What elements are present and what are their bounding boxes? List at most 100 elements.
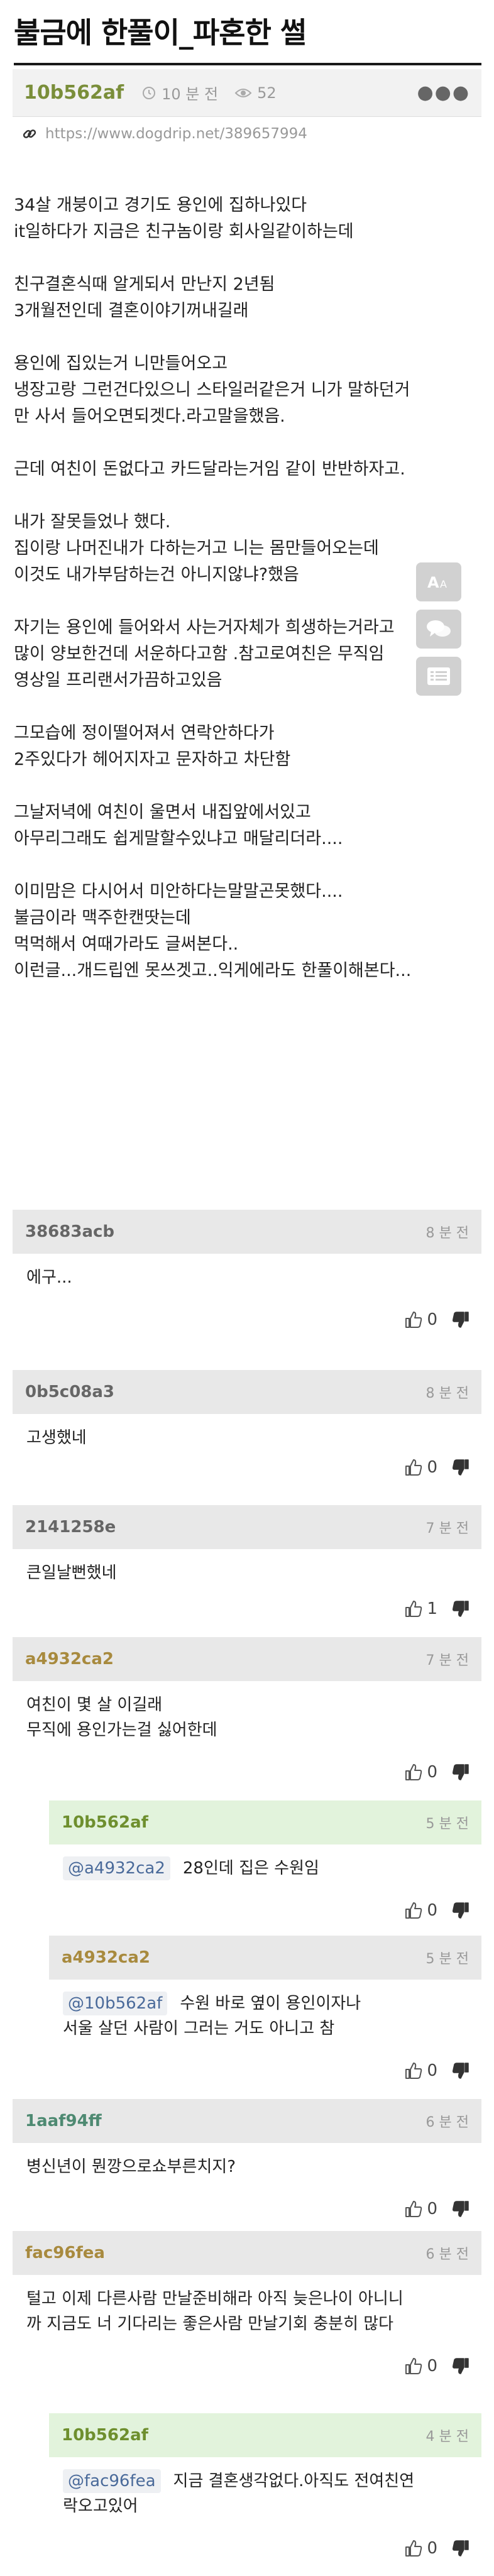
comment-time: 5 분 전: [425, 1816, 469, 1832]
comment-time: 6 분 전: [425, 2115, 469, 2130]
comment-author[interactable]: 1aaf94ff: [25, 2112, 102, 2130]
comment-time: 8 분 전: [425, 1386, 469, 1401]
post-url-row[interactable]: https://www.dogdrip.net/389657994: [21, 126, 307, 142]
upvote-button[interactable]: 0: [404, 2539, 437, 2558]
thumbs-down-icon[interactable]: [451, 1310, 470, 1329]
comment-author[interactable]: 2141258e: [25, 1518, 116, 1537]
comment-text: 병신년이 뭔깡으로쇼부른치지?: [26, 2157, 236, 2176]
thumbs-up-icon: [404, 1458, 423, 1477]
upvote-button[interactable]: 1: [404, 1599, 437, 1618]
reply-comment: a4932ca2 5 분 전 @10b562af 수원 바로 옆이 용인이자나 서…: [49, 1936, 481, 2080]
comment-text: 고생했네: [26, 1428, 87, 1447]
thumbs-down-icon[interactable]: [451, 2061, 470, 2080]
upvote-button[interactable]: 0: [404, 2200, 437, 2218]
comment-author[interactable]: 0b5c08a3: [25, 1383, 114, 1401]
thumbs-up-icon: [404, 2200, 423, 2218]
thumbs-up-icon: [404, 2539, 423, 2558]
post-paragraph: 근데 여친이 돈없다고 카드달라는거임 같이 반반하자고.: [14, 459, 405, 479]
comment-text-wrap: @a4932ca2 28인데 집은 수원임: [49, 1844, 481, 1881]
thumbs-up-icon: [404, 2357, 423, 2376]
comment-header: 38683acb 8 분 전: [13, 1210, 481, 1254]
comment-header: 0b5c08a3 8 분 전: [13, 1370, 481, 1414]
post-paragraph: 34살 개붕이고 경기도 용인에 집하나있다 it일하다가 지금은 친구놈이랑 …: [14, 195, 354, 241]
reply-comment: 10b562af 4 분 전 @fac96fea 지금 결혼생각없다.아직도 전여…: [49, 2413, 481, 2561]
mention-tag[interactable]: @fac96fea: [63, 2469, 161, 2493]
svg-text:A: A: [427, 574, 439, 591]
comment-author[interactable]: a4932ca2: [25, 1650, 114, 1669]
post-views: 52: [234, 84, 277, 102]
list-button[interactable]: [416, 657, 461, 696]
comment-votes: 0: [404, 1310, 470, 1329]
comments-button[interactable]: [416, 610, 461, 649]
comment-time: 5 분 전: [425, 1951, 469, 1967]
comment-votes: 0: [404, 2539, 470, 2558]
upvote-count: 0: [427, 1763, 437, 1782]
comment: fac96fea 6 분 전 털고 이제 다른사람 만날준비해라 아직 늦은나이…: [13, 2231, 481, 2376]
comment-header: 10b562af 5 분 전: [49, 1800, 481, 1844]
thumbs-down-icon[interactable]: [451, 2200, 470, 2218]
comment-author[interactable]: 38683acb: [25, 1222, 114, 1241]
comment-author[interactable]: fac96fea: [25, 2244, 105, 2262]
comment: a4932ca2 7 분 전 여친이 몇 살 이길래 무직에 용인가는걸 싫어한…: [13, 1637, 481, 1782]
thumbs-down-icon[interactable]: [451, 1458, 470, 1477]
comment-header: a4932ca2 7 분 전: [13, 1637, 481, 1681]
thumbs-up-icon: [404, 1901, 423, 1920]
more-icon[interactable]: ●●●: [417, 82, 470, 104]
post-paragraph: 친구결혼식때 알게되서 만난지 2년됨 3개월전인데 결혼이야기꺼내길래: [14, 275, 275, 321]
post-url[interactable]: https://www.dogdrip.net/389657994: [45, 126, 307, 142]
post-paragraph: 이미맘은 다시어서 미안하다는말말곤못했다.... 불금이라 맥주한캔땃는데 먹…: [14, 882, 412, 980]
font-size-icon: A A: [427, 574, 447, 591]
upvote-button[interactable]: 0: [404, 1901, 437, 1920]
comment-author[interactable]: a4932ca2: [62, 1948, 150, 1967]
thumbs-up-icon: [404, 1763, 423, 1782]
comment-header: a4932ca2 5 분 전: [49, 1936, 481, 1980]
title-divider: [14, 63, 481, 65]
comment-time: 6 분 전: [425, 2247, 469, 2262]
thumbs-up-icon: [404, 2061, 423, 2080]
upvote-count: 0: [427, 2061, 437, 2080]
comment-text-wrap: @fac96fea 지금 결혼생각없다.아직도 전여친연 락오고있어: [49, 2457, 481, 2519]
comment-time: 7 분 전: [425, 1653, 469, 1669]
upvote-button[interactable]: 0: [404, 1763, 437, 1782]
comment: 38683acb 8 분 전 에구... 0: [13, 1210, 481, 1329]
speech-bubbles-icon: [427, 620, 451, 637]
thumbs-down-icon[interactable]: [451, 1763, 470, 1782]
comment-time: 4 분 전: [425, 2429, 469, 2445]
mention-tag[interactable]: @10b562af: [63, 1992, 168, 2015]
post-paragraph: 내가 잘못들었나 했다. 집이랑 나머진내가 다하는거고 니는 몸만들어오는데 …: [14, 512, 379, 584]
comment-votes: 0: [404, 2357, 470, 2376]
mention-tag[interactable]: @a4932ca2: [63, 1856, 170, 1880]
svg-text:A: A: [440, 578, 447, 590]
upvote-button[interactable]: 0: [404, 2061, 437, 2080]
link-icon: [23, 129, 36, 138]
comment-author[interactable]: 10b562af: [62, 2426, 148, 2445]
comment: 0b5c08a3 8 분 전 고생했네 0: [13, 1370, 481, 1477]
thumbs-down-icon[interactable]: [451, 1901, 470, 1920]
comment-votes: 0: [404, 2200, 470, 2218]
thumbs-down-icon[interactable]: [451, 2539, 470, 2558]
upvote-button[interactable]: 0: [404, 1310, 437, 1329]
comment-header: 10b562af 4 분 전: [49, 2413, 481, 2457]
comment: 2141258e 7 분 전 큰일날뻔했네 1: [13, 1505, 481, 1618]
comment-votes: 0: [404, 2061, 470, 2080]
reply-comment: 10b562af 5 분 전 @a4932ca2 28인데 집은 수원임 0: [49, 1800, 481, 1920]
thumbs-up-icon: [404, 1310, 423, 1329]
page-title: 불금에 한풀이_파혼한 썰: [14, 16, 307, 50]
thumbs-down-icon[interactable]: [451, 1599, 470, 1618]
comment-author[interactable]: 10b562af: [62, 1813, 148, 1832]
post-paragraph: 자기는 용인에 들어와서 사는거자체가 희생하는거라고 많이 양보한건데 서운하…: [14, 618, 395, 690]
comment-votes: 0: [404, 1458, 470, 1477]
comment-time: 7 분 전: [425, 1521, 469, 1537]
thumbs-down-icon[interactable]: [451, 2357, 470, 2376]
post-time: 10 분 전: [141, 82, 218, 104]
clock-icon: [143, 86, 156, 99]
comment-time: 8 분 전: [425, 1225, 469, 1241]
font-size-button[interactable]: A A: [416, 562, 461, 601]
comment-text-wrap: @10b562af 수원 바로 옆이 용인이자나 서울 살던 사람이 그러는 거도…: [49, 1980, 481, 2041]
upvote-button[interactable]: 0: [404, 1458, 437, 1477]
comment-votes: 0: [404, 1763, 470, 1782]
post-author[interactable]: 10b562af: [24, 82, 124, 104]
comment: 1aaf94ff 6 분 전 병신년이 뭔깡으로쇼부른치지? 0: [13, 2099, 481, 2218]
upvote-button[interactable]: 0: [404, 2357, 437, 2376]
post-meta-bar: 10b562af 10 분 전 52 ●●●: [13, 69, 481, 117]
